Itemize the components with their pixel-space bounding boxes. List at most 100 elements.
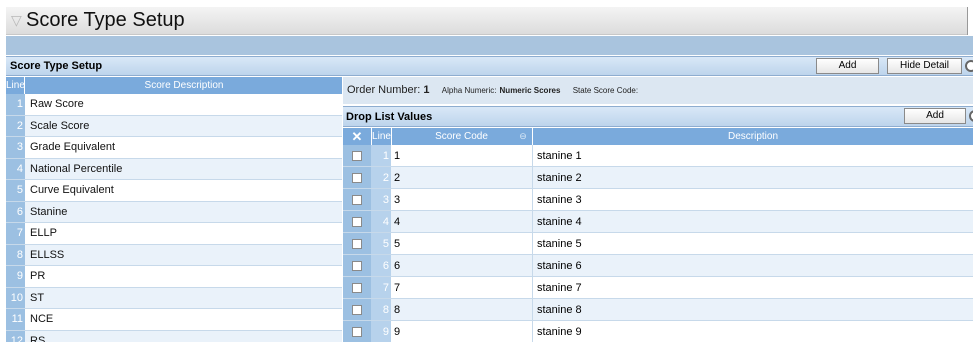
drop-list-refresh-icon[interactable]: [969, 110, 973, 122]
drop-list-row[interactable]: 5 5 stanine 5: [343, 233, 973, 255]
section-bar: Score Type Setup Add Hide Detail: [6, 56, 973, 76]
sort-icon[interactable]: ⊖: [517, 128, 529, 145]
score-description-column-header[interactable]: Score Description: [26, 77, 342, 94]
row-checkbox[interactable]: [352, 239, 362, 249]
drop-list-header: ✕ Line Score Code ⊖ Description: [343, 128, 973, 145]
drop-list-line-number: 8: [371, 299, 391, 320]
order-number-label: Order Number:: [347, 84, 421, 96]
score-type-table-header: Line Score Description: [6, 77, 342, 94]
score-type-row[interactable]: 7 ELLP: [6, 223, 342, 245]
row-checkbox[interactable]: [352, 173, 362, 183]
row-checkbox[interactable]: [352, 261, 362, 271]
add-button[interactable]: Add: [816, 58, 879, 74]
score-code-value: 8: [394, 304, 401, 316]
drop-list-row[interactable]: 7 7 stanine 7: [343, 277, 973, 299]
score-type-row[interactable]: 10 ST: [6, 287, 342, 309]
score-code-value: 3: [394, 194, 401, 206]
score-type-row[interactable]: 3 Grade Equivalent: [6, 137, 342, 159]
drop-list-row[interactable]: 4 4 stanine 4: [343, 211, 973, 233]
score-type-table: Line Score Description 1 Raw Score 2 Scale …: [6, 77, 342, 342]
checkbox-cell: [343, 233, 371, 254]
column-divider: [532, 255, 533, 276]
drop-list-line-number: 9: [371, 321, 391, 342]
checkbox-cell: [343, 255, 371, 276]
row-checkbox[interactable]: [352, 195, 362, 205]
score-code-header[interactable]: Score Code: [391, 128, 531, 145]
checkbox-cell: [343, 145, 371, 166]
drop-list-row[interactable]: 9 9 stanine 9: [343, 321, 973, 342]
score-description: ST: [30, 291, 45, 304]
column-divider: [532, 189, 533, 210]
collapse-triangle-icon[interactable]: ▽: [11, 12, 22, 29]
score-description: NCE: [30, 313, 54, 325]
window-edge: [967, 7, 973, 35]
row-checkbox[interactable]: [352, 327, 362, 337]
column-divider: [532, 321, 533, 342]
checkbox-cell: [343, 277, 371, 298]
checkbox-cell: [343, 321, 371, 342]
score-code-value: 2: [394, 172, 401, 184]
drop-list-line-number: 2: [371, 167, 391, 188]
drop-list-line-number: 7: [371, 277, 391, 298]
row-checkbox[interactable]: [352, 305, 362, 315]
score-code-value: 4: [394, 216, 401, 228]
line-column-header[interactable]: Line: [6, 77, 25, 94]
score-type-row[interactable]: 4 National Percentile: [6, 158, 342, 180]
score-type-row[interactable]: 1 Raw Score: [6, 94, 342, 116]
drop-list-line-number: 4: [371, 211, 391, 232]
drop-list-description: stanine 8: [537, 304, 582, 316]
drop-list-row[interactable]: 2 2 stanine 2: [343, 167, 973, 189]
order-number-value: 1: [423, 84, 430, 96]
score-type-row[interactable]: 2 Scale Score: [6, 115, 342, 137]
state-score-code-label: State Score Code:: [572, 86, 639, 95]
drop-list-row[interactable]: 3 3 stanine 3: [343, 189, 973, 211]
drop-list-description: stanine 6: [537, 260, 582, 272]
drop-list-add-button[interactable]: Add: [904, 108, 966, 124]
row-checkbox[interactable]: [352, 217, 362, 227]
checkbox-cell: [343, 167, 371, 188]
score-description: ELLP: [30, 227, 57, 239]
row-checkbox[interactable]: [352, 151, 362, 161]
score-description: Scale Score: [30, 119, 90, 132]
score-description: Raw Score: [30, 98, 84, 110]
column-divider: [532, 233, 533, 254]
drop-list-line-header[interactable]: Line: [371, 128, 391, 145]
checkbox-cell: [343, 189, 371, 210]
drop-list-line-number: 6: [371, 255, 391, 276]
row-line-number: 7: [6, 223, 25, 244]
score-type-row[interactable]: 6 Stanine: [6, 201, 342, 223]
score-type-row[interactable]: 5 Curve Equivalent: [6, 180, 342, 202]
row-line-number: 12: [6, 330, 25, 342]
row-line-number: 6: [6, 201, 25, 222]
row-checkbox[interactable]: [352, 283, 362, 293]
score-type-row[interactable]: 8 ELLSS: [6, 244, 342, 266]
checkbox-cell: [343, 211, 371, 232]
score-type-row[interactable]: 9 PR: [6, 266, 342, 288]
score-description: National Percentile: [30, 162, 123, 175]
drop-list-description: stanine 9: [537, 326, 582, 338]
score-type-row[interactable]: 11 NCE: [6, 309, 342, 331]
description-header[interactable]: Description: [532, 128, 973, 145]
delete-column-icon[interactable]: ✕: [343, 128, 371, 145]
drop-list-bar: Drop List Values Add: [343, 106, 973, 127]
column-divider: [532, 277, 533, 298]
drop-list-line-number: 1: [371, 145, 391, 166]
drop-list-description: stanine 7: [537, 282, 582, 294]
row-line-number: 2: [6, 115, 25, 136]
hide-detail-button[interactable]: Hide Detail: [887, 58, 962, 74]
section-title: Score Type Setup: [10, 60, 103, 72]
row-line-number: 11: [6, 309, 25, 330]
column-divider: [532, 167, 533, 188]
row-line-number: 3: [6, 137, 25, 158]
score-type-row[interactable]: 12 RS: [6, 330, 342, 342]
drop-list-row[interactable]: 8 8 stanine 8: [343, 299, 973, 321]
drop-list-description: stanine 4: [537, 216, 582, 228]
refresh-icon[interactable]: [965, 60, 973, 72]
drop-list-line-number: 5: [371, 233, 391, 254]
drop-list-description: stanine 3: [537, 194, 582, 206]
row-line-number: 8: [6, 244, 25, 265]
drop-list-row[interactable]: 1 1 stanine 1: [343, 145, 973, 167]
alpha-numeric-value: Numeric Scores: [499, 86, 561, 95]
row-line-number: 10: [6, 287, 25, 308]
drop-list-row[interactable]: 6 6 stanine 6: [343, 255, 973, 277]
